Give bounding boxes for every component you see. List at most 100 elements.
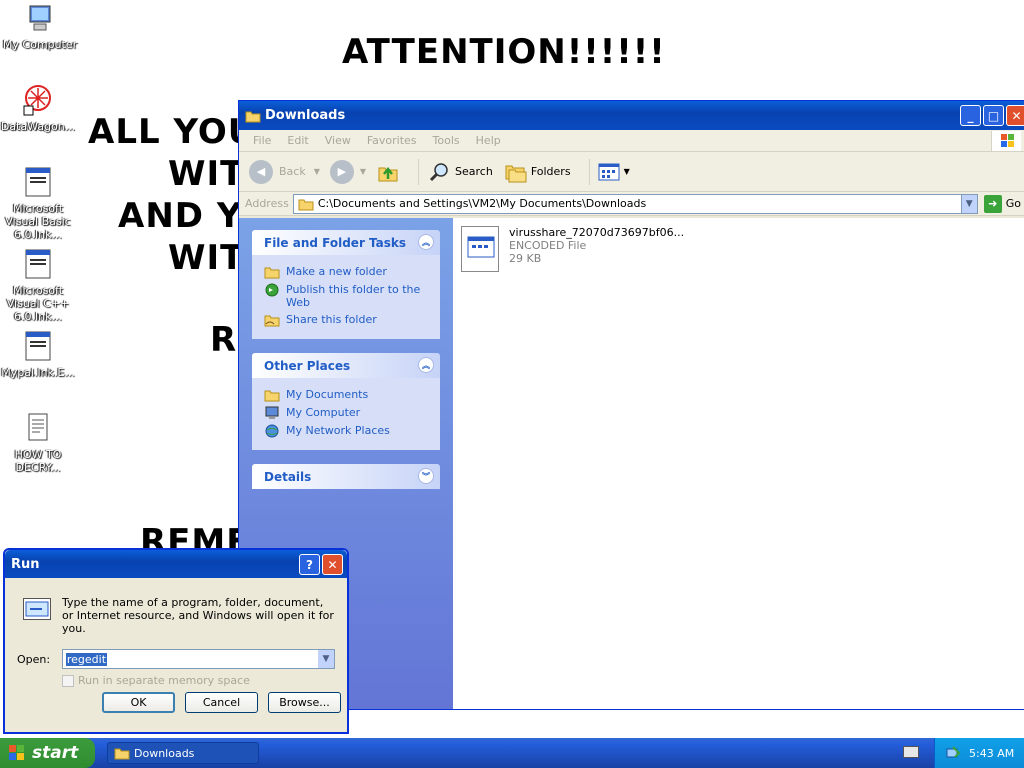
- toolbar-separator: [418, 158, 420, 185]
- menu-favorites[interactable]: Favorites: [359, 134, 425, 147]
- explorer-window: Downloads _ □ ✕ File Edit View Favorites…: [238, 100, 1024, 710]
- panel-header[interactable]: Other Places ︽: [252, 353, 440, 378]
- browse-button[interactable]: Browse...: [268, 692, 341, 713]
- desktop-icon-label: My Computer: [2, 38, 78, 51]
- ransom-note-line: ALL YOU: [88, 112, 257, 152]
- folders-button[interactable]: Folders: [503, 160, 571, 184]
- search-label: Search: [455, 165, 493, 178]
- minimize-button[interactable]: _: [960, 105, 981, 126]
- run-title: Run: [11, 556, 40, 572]
- taskbar-item-downloads[interactable]: Downloads: [107, 742, 259, 764]
- forward-button[interactable]: ▶ ▼: [329, 159, 366, 184]
- taskbar: start Downloads 5:43 AM: [0, 738, 1024, 768]
- run-close-button[interactable]: ✕: [322, 554, 343, 575]
- search-icon: [429, 162, 448, 181]
- menu-edit[interactable]: Edit: [279, 134, 316, 147]
- collapse-chevron-icon[interactable]: ︽: [418, 357, 434, 373]
- go-button[interactable]: ➜ Go: [983, 194, 1021, 213]
- desktop-icon-vb6[interactable]: Microsoft Visual Basic 6.0.lnk...: [0, 166, 78, 241]
- clock[interactable]: 5:43 AM: [969, 747, 1014, 760]
- menu-view[interactable]: View: [317, 134, 359, 147]
- ransom-note-title: ATTENTION!!!!!!: [342, 32, 666, 72]
- desktop-icon-mypal[interactable]: Mypal.lnk.E...: [0, 330, 78, 379]
- start-button[interactable]: start: [0, 738, 95, 768]
- go-arrow-icon: ➜: [983, 194, 1002, 213]
- ok-button[interactable]: OK: [102, 692, 175, 713]
- file-folder-tasks-panel: File and Folder Tasks ︽ Make a new folde…: [252, 230, 440, 339]
- computer-icon: [24, 2, 56, 34]
- folder-up-icon: [378, 166, 398, 181]
- open-dropdown-button[interactable]: ▼: [318, 650, 334, 668]
- file-item[interactable]: virusshare_72070d73697bf06... ENCODED Fi…: [461, 226, 684, 272]
- open-label: Open:: [17, 652, 51, 666]
- desktop-icon-datawagon[interactable]: DataWagon...: [0, 84, 78, 133]
- network-globe-icon: [265, 424, 279, 438]
- open-input[interactable]: regedit ▼: [61, 649, 335, 669]
- task-make-new-folder[interactable]: Make a new folder: [264, 265, 430, 279]
- folder-icon: [245, 111, 261, 122]
- place-my-network-places[interactable]: My Network Places: [264, 424, 430, 438]
- open-input-value: regedit: [65, 652, 108, 666]
- explorer-titlebar[interactable]: Downloads _ □ ✕: [239, 101, 1024, 130]
- panel-title: Details: [264, 469, 312, 484]
- folder-icon: [114, 748, 130, 760]
- run-description: Type the name of a program, folder, docu…: [62, 596, 334, 635]
- desktop-icon-label: Microsoft Visual C++ 6.0.lnk...: [6, 284, 70, 323]
- views-icon: [598, 163, 620, 180]
- other-places-panel: Other Places ︽ My Documents My Computer …: [252, 353, 440, 450]
- folders-label: Folders: [530, 165, 571, 178]
- task-label: Make a new folder: [286, 265, 387, 278]
- toolbar-separator: [588, 158, 590, 185]
- desktop-icon-label: DataWagon...: [0, 120, 76, 133]
- help-button[interactable]: ?: [299, 554, 320, 575]
- back-button[interactable]: ◀ Back ▼: [249, 159, 320, 184]
- place-my-computer[interactable]: My Computer: [264, 406, 430, 420]
- place-label: My Network Places: [286, 424, 390, 437]
- checkbox-label: Run in separate memory space: [78, 674, 250, 687]
- desktop-icon-vcpp6[interactable]: Microsoft Visual C++ 6.0.lnk...: [0, 248, 78, 323]
- panel-header[interactable]: Details ︾: [252, 464, 440, 489]
- address-dropdown-button[interactable]: ▼: [960, 194, 977, 213]
- task-publish-folder[interactable]: Publish this folder to the Web: [264, 283, 430, 309]
- task-share-folder[interactable]: Share this folder: [264, 313, 430, 327]
- menu-help[interactable]: Help: [468, 134, 509, 147]
- folder-icon: [298, 199, 314, 210]
- panel-title: File and Folder Tasks: [264, 235, 407, 250]
- network-tray-icon[interactable]: [945, 745, 961, 761]
- address-label: Address: [245, 197, 289, 210]
- taskbar-item-label: Downloads: [134, 746, 195, 760]
- up-button[interactable]: [376, 160, 400, 184]
- menu-file[interactable]: File: [245, 134, 279, 147]
- file-type: ENCODED File: [509, 239, 587, 252]
- desktop-icon-my-computer[interactable]: My Computer: [0, 2, 80, 51]
- panel-title: Other Places: [264, 358, 351, 373]
- place-label: My Documents: [286, 388, 369, 401]
- run-titlebar[interactable]: Run: [5, 550, 347, 578]
- desktop-icon-how-to-decrypt[interactable]: HOW TO DECRY...: [0, 412, 78, 474]
- address-bar: Address C:\Documents and Settings\VM2\My…: [239, 192, 1024, 216]
- address-input[interactable]: C:\Documents and Settings\VM2\My Documen…: [292, 193, 978, 214]
- system-tray: 5:43 AM: [934, 738, 1024, 768]
- keyboard-icon[interactable]: [903, 746, 919, 758]
- ransom-note-line: WIT: [168, 154, 245, 194]
- ransom-note-line: WIT: [168, 238, 245, 278]
- task-label: Publish this folder to the Web: [286, 283, 421, 309]
- collapse-chevron-icon[interactable]: ︽: [418, 234, 434, 250]
- maximize-button[interactable]: □: [983, 105, 1004, 126]
- windows-logo-icon: [9, 745, 24, 760]
- search-button[interactable]: Search: [427, 160, 493, 184]
- unknown-file-icon: [461, 226, 499, 272]
- address-value: C:\Documents and Settings\VM2\My Documen…: [317, 197, 647, 210]
- place-my-documents[interactable]: My Documents: [264, 388, 430, 402]
- back-label: Back: [279, 165, 306, 178]
- ransom-note-line: R: [210, 320, 238, 360]
- panel-header[interactable]: File and Folder Tasks ︽: [252, 230, 440, 255]
- new-folder-icon: [264, 267, 280, 279]
- close-button[interactable]: ✕: [1006, 105, 1024, 126]
- menu-tools[interactable]: Tools: [425, 134, 468, 147]
- file-list: virusshare_72070d73697bf06... ENCODED Fi…: [453, 218, 1024, 709]
- views-button[interactable]: ▼: [598, 162, 630, 182]
- cancel-button[interactable]: Cancel: [185, 692, 258, 713]
- details-panel: Details ︾: [252, 464, 440, 489]
- expand-chevron-icon[interactable]: ︾: [418, 468, 434, 484]
